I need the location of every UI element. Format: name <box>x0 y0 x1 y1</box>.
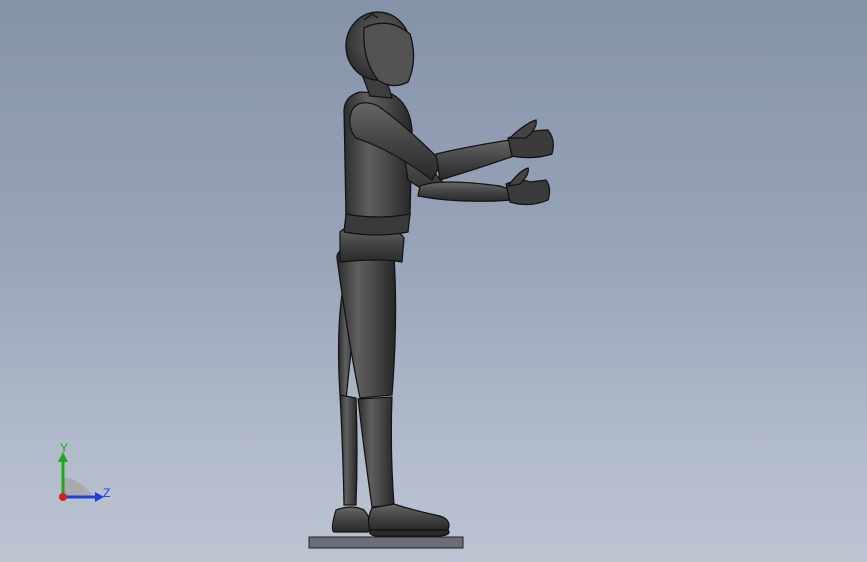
ground-plate <box>308 536 464 549</box>
mannequin-model[interactable] <box>0 0 867 562</box>
x-axis-origin <box>59 493 67 501</box>
waist-band <box>343 213 411 236</box>
triad-ground-wedge <box>63 477 93 497</box>
z-axis-label: Z <box>103 486 110 500</box>
y-axis-label: Y <box>60 441 68 455</box>
graphics-viewport[interactable]: Y Z <box>0 0 867 562</box>
head <box>345 11 415 87</box>
orientation-triad[interactable]: Y Z <box>48 440 118 510</box>
